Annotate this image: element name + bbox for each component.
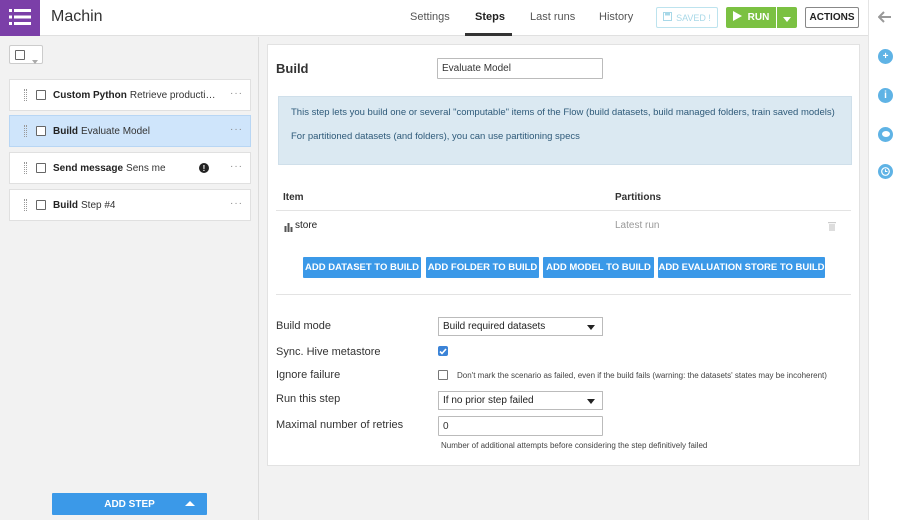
step-type: Build xyxy=(53,199,78,211)
table-row[interactable]: store Latest run xyxy=(276,211,851,241)
add-model-button[interactable]: ADD MODEL TO BUILD xyxy=(543,257,654,278)
more-options-icon[interactable]: ··· xyxy=(230,88,243,99)
caret-up-icon xyxy=(185,501,195,506)
select-all-dropdown[interactable] xyxy=(9,45,43,64)
step-name: Evaluate Model xyxy=(81,125,150,137)
ignore-failure-checkbox[interactable] xyxy=(438,370,448,380)
run-step-value: If no prior step failed xyxy=(443,395,534,406)
tab-history[interactable]: History xyxy=(599,11,633,23)
step-name: Step #4 xyxy=(81,199,116,211)
chat-icon[interactable] xyxy=(878,127,893,142)
step-name: Retrieve producti… xyxy=(129,89,216,101)
build-mode-select[interactable]: Build required datasets xyxy=(438,317,603,336)
caret-down-icon xyxy=(587,399,595,404)
dataset-icon xyxy=(284,221,293,235)
info-icon[interactable]: i xyxy=(878,88,893,103)
step-item-build-evaluate[interactable]: Build Evaluate Model ··· xyxy=(9,115,251,147)
top-bar: Machin Settings Steps Last runs History … xyxy=(0,0,868,36)
run-step-select[interactable]: If no prior step failed xyxy=(438,391,603,410)
sync-hive-label: Sync. Hive metastore xyxy=(276,346,381,358)
step-type: Build xyxy=(53,125,78,137)
add-step-label: ADD STEP xyxy=(104,498,155,510)
caret-down-icon xyxy=(32,53,38,67)
retries-label: Maximal number of retries xyxy=(276,419,404,431)
info-text-partitions: For partitioned datasets (and folders), … xyxy=(291,131,580,142)
step-item-custom-python[interactable]: Custom Python Retrieve producti… ··· xyxy=(9,79,251,111)
plus-circle-icon[interactable]: + xyxy=(878,49,893,64)
actions-button[interactable]: ACTIONS xyxy=(805,7,859,28)
drag-handle-icon[interactable] xyxy=(24,162,27,174)
step-type: Send message xyxy=(53,162,124,174)
more-options-icon[interactable]: ··· xyxy=(230,198,243,209)
more-options-icon[interactable]: ··· xyxy=(230,161,243,172)
sync-hive-checkbox[interactable] xyxy=(438,346,448,356)
column-header-partitions: Partitions xyxy=(615,192,662,203)
ignore-failure-label: Ignore failure xyxy=(276,369,341,381)
tab-steps[interactable]: Steps xyxy=(475,11,505,23)
section-divider xyxy=(276,294,851,295)
step-item-send-message[interactable]: Send message Sens me ! ··· xyxy=(9,152,251,184)
active-tab-indicator xyxy=(465,33,512,36)
saved-label: SAVED ! xyxy=(676,12,711,23)
add-dataset-button[interactable]: ADD DATASET TO BUILD xyxy=(303,257,421,278)
drag-handle-icon[interactable] xyxy=(24,89,27,101)
step-checkbox[interactable] xyxy=(36,90,46,100)
list-icon xyxy=(9,8,31,28)
arrow-left-icon[interactable] xyxy=(877,11,892,26)
step-checkbox[interactable] xyxy=(36,126,46,136)
saved-button[interactable]: SAVED ! xyxy=(656,7,718,28)
step-name-input[interactable] xyxy=(437,58,603,79)
build-mode-label: Build mode xyxy=(276,320,332,332)
clock-icon[interactable] xyxy=(878,164,893,179)
save-icon xyxy=(663,12,673,23)
item-partitions: Latest run xyxy=(615,220,660,231)
step-detail-card: Build This step lets you build one or se… xyxy=(267,44,860,466)
step-name: Sens me xyxy=(126,162,166,174)
add-evaluation-store-button[interactable]: ADD EVALUATION STORE TO BUILD xyxy=(658,257,825,278)
run-label: RUN xyxy=(747,12,770,23)
steps-panel: Custom Python Retrieve producti… ··· Bui… xyxy=(0,37,259,520)
add-folder-button[interactable]: ADD FOLDER TO BUILD xyxy=(426,257,539,278)
step-type: Custom Python xyxy=(53,89,127,101)
add-step-button[interactable]: ADD STEP xyxy=(52,493,207,515)
ignore-failure-hint: Don't mark the scenario as failed, even … xyxy=(457,371,827,380)
step-item-build-step4[interactable]: Build Step #4 ··· xyxy=(9,189,251,221)
scenario-title: Machin xyxy=(51,8,103,25)
info-box: This step lets you build one or several … xyxy=(278,96,852,165)
caret-down-icon xyxy=(587,325,595,330)
step-checkbox[interactable] xyxy=(36,163,46,173)
step-type-heading: Build xyxy=(276,61,309,76)
app-menu-button[interactable] xyxy=(0,0,40,36)
retries-input[interactable] xyxy=(438,416,603,436)
caret-down-icon xyxy=(783,11,791,25)
build-mode-value: Build required datasets xyxy=(443,321,546,332)
run-options-button[interactable] xyxy=(777,7,797,28)
trash-icon[interactable] xyxy=(828,220,836,234)
warning-icon: ! xyxy=(199,163,209,173)
info-text: This step lets you build one or several … xyxy=(291,107,835,118)
tab-settings[interactable]: Settings xyxy=(410,11,450,23)
retries-hint: Number of additional attempts before con… xyxy=(441,441,708,450)
run-button[interactable]: RUN xyxy=(726,7,776,28)
drag-handle-icon[interactable] xyxy=(24,125,27,137)
drag-handle-icon[interactable] xyxy=(24,199,27,211)
step-checkbox[interactable] xyxy=(36,200,46,210)
play-icon xyxy=(732,11,742,24)
item-name: store xyxy=(295,220,318,231)
tab-last-runs[interactable]: Last runs xyxy=(530,11,575,23)
select-all-checkbox[interactable] xyxy=(15,50,25,60)
more-options-icon[interactable]: ··· xyxy=(230,124,243,135)
run-step-label: Run this step xyxy=(276,393,341,405)
right-rail: + i xyxy=(868,0,900,520)
column-header-item: Item xyxy=(283,192,304,203)
